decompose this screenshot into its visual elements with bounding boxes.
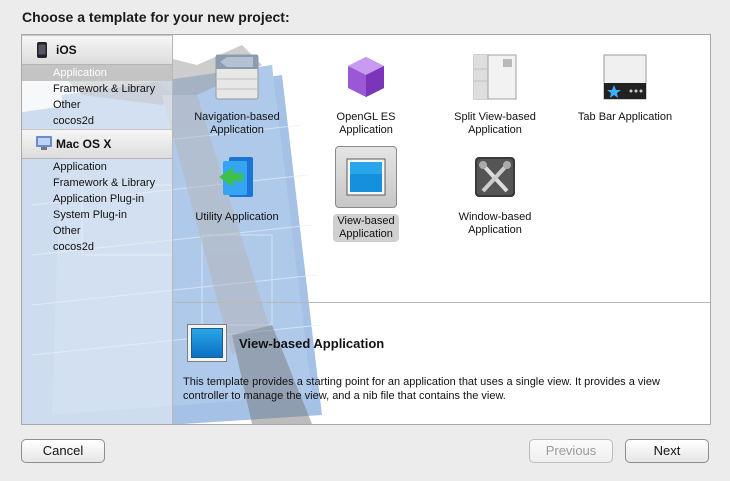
sidebar-item-ios-framework-library[interactable]: Framework & Library <box>22 81 172 97</box>
template-tab-bar[interactable]: Tab Bar Application <box>565 49 685 124</box>
iphone-icon <box>36 42 50 58</box>
template-label: Navigation-based Application <box>194 111 280 136</box>
next-button[interactable]: Next <box>625 439 709 463</box>
cancel-button[interactable]: Cancel <box>21 439 105 463</box>
sidebar-group-label: Mac OS X <box>56 137 112 151</box>
template-split-view-based[interactable]: Split View-based Application <box>435 49 555 137</box>
template-description-panel: View-based Application This template pro… <box>173 303 710 424</box>
utility-app-icon <box>209 149 265 205</box>
template-window-based[interactable]: Window-based Application <box>435 149 555 237</box>
previous-button[interactable]: Previous <box>529 439 613 463</box>
view-based-icon <box>335 146 397 208</box>
window-tools-icon <box>467 149 523 205</box>
sidebar-item-mac-application[interactable]: Application <box>22 159 172 175</box>
template-label: Split View-based Application <box>454 111 536 136</box>
template-navigation-based[interactable]: Navigation-based Application <box>177 49 297 137</box>
template-categories-sidebar: iOS Application Framework & Library Othe… <box>22 35 173 424</box>
description-text: This template provides a starting point … <box>183 376 660 402</box>
sidebar-item-mac-application-plugin[interactable]: Application Plug-in <box>22 191 172 207</box>
template-label: Window-based Application <box>458 211 532 236</box>
template-opengl-es[interactable]: OpenGL ES Application <box>306 49 426 137</box>
sidebar-item-mac-other[interactable]: Other <box>22 223 172 239</box>
sidebar-item-mac-framework-library[interactable]: Framework & Library <box>22 175 172 191</box>
tab-bar-icon <box>597 49 653 105</box>
sidebar-item-ios-application[interactable]: Application <box>22 65 172 81</box>
template-chooser: iOS Application Framework & Library Othe… <box>21 34 711 425</box>
description-title: View-based Application <box>239 336 385 351</box>
template-view-based[interactable]: View-based Application <box>306 146 426 242</box>
template-label: Tab Bar Application <box>577 111 673 123</box>
navigation-app-icon <box>209 49 265 105</box>
dialog-title: Choose a template for your new project: <box>22 9 290 25</box>
sidebar-group-label: iOS <box>56 43 77 57</box>
split-view-icon <box>467 49 523 105</box>
template-label: OpenGL ES Application <box>336 111 396 136</box>
view-based-icon <box>187 324 227 362</box>
template-utility[interactable]: Utility Application <box>177 149 297 224</box>
sidebar-group-ios[interactable]: iOS <box>22 35 172 65</box>
mac-icon <box>36 136 52 152</box>
sidebar-group-macosx[interactable]: Mac OS X <box>22 129 172 159</box>
sidebar-item-ios-other[interactable]: Other <box>22 97 172 113</box>
template-grid: Navigation-based Application OpenGL ES App… <box>173 35 710 302</box>
sidebar-item-ios-cocos2d[interactable]: cocos2d <box>22 113 172 129</box>
sidebar-item-mac-system-plugin[interactable]: System Plug-in <box>22 207 172 223</box>
sidebar-item-mac-cocos2d[interactable]: cocos2d <box>22 239 172 255</box>
opengl-cube-icon <box>338 49 394 105</box>
template-label: View-based Application <box>333 214 399 242</box>
template-label: Utility Application <box>195 211 279 223</box>
